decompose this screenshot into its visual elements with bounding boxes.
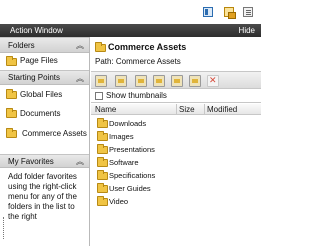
file-name: User Guides	[109, 184, 151, 193]
hide-button[interactable]: Hide	[239, 26, 255, 35]
column-modified[interactable]: Modified	[207, 105, 237, 114]
breadcrumb: Path: Commerce Assets	[95, 57, 181, 66]
delete-icon[interactable]	[207, 75, 219, 87]
column-divider[interactable]	[176, 104, 177, 115]
main-panel: Commerce Assets Path: Commerce Assets Sh…	[91, 37, 261, 246]
rename-icon[interactable]	[189, 75, 201, 87]
column-size[interactable]: Size	[179, 105, 195, 114]
sidebar-item-label: Documents	[20, 109, 61, 118]
folder-icon	[6, 89, 17, 99]
file-name: Downloads	[109, 119, 147, 128]
section-label: My Favorites	[8, 157, 54, 166]
show-thumbnails-checkbox[interactable]	[95, 92, 103, 100]
section-header-starting-points[interactable]: Starting Points ︽	[0, 70, 89, 85]
file-row[interactable]: Presentations	[91, 143, 261, 156]
file-row[interactable]: Specifications	[91, 169, 261, 182]
sidebar-item-commerce-assets[interactable]: Commerce Assets	[0, 125, 89, 154]
file-list: Downloads Images Presentations Software …	[91, 117, 261, 208]
sidebar-item-label: Commerce Assets	[22, 129, 87, 138]
action-window-titlebar: Action Window Hide	[0, 24, 261, 37]
notes-icon[interactable]	[243, 7, 253, 17]
favorites-hint: Add folder favorites using the right-cli…	[8, 172, 77, 221]
collapse-chevron-icon[interactable]: ︽	[76, 156, 84, 167]
collapse-chevron-icon[interactable]: ︽	[76, 73, 84, 84]
sidebar: Folders ︽ Page Files Starting Points ︽ G…	[0, 37, 90, 246]
window-layout-icon[interactable]	[203, 7, 213, 17]
folder-icon	[97, 144, 108, 154]
column-divider[interactable]	[204, 104, 205, 115]
collapse-chevron-icon[interactable]: ︽	[76, 40, 84, 51]
top-toolbar	[0, 0, 261, 24]
column-name[interactable]: Name	[95, 105, 116, 114]
copy-icon[interactable]	[153, 75, 165, 87]
sidebar-item-label: Page Files	[20, 56, 58, 65]
table-header: Name Size Modified	[91, 104, 261, 115]
section-header-my-favorites[interactable]: My Favorites ︽	[0, 154, 89, 168]
asset-folder-icon[interactable]	[224, 7, 236, 19]
file-name: Video	[109, 197, 129, 206]
section-label: Folders	[8, 41, 35, 50]
file-row[interactable]: Software	[91, 156, 261, 169]
file-row[interactable]: User Guides	[91, 182, 261, 195]
sidebar-item-global-files[interactable]: Global Files	[0, 85, 89, 105]
sidebar-item-label: Global Files	[20, 90, 63, 99]
file-name: Images	[109, 132, 134, 141]
move-icon[interactable]	[171, 75, 183, 87]
file-toolbar	[91, 71, 261, 89]
file-name: Specifications	[109, 171, 156, 180]
folder-icon	[97, 170, 108, 180]
folder-icon	[6, 128, 17, 138]
resize-grip[interactable]	[3, 217, 5, 239]
page-title: Commerce Assets	[108, 42, 187, 52]
folder-icon	[97, 196, 108, 206]
upload-icon[interactable]	[115, 75, 127, 87]
folder-icon	[6, 56, 17, 66]
section-label: Starting Points	[8, 73, 61, 82]
folder-icon	[97, 157, 108, 167]
folder-icon	[6, 108, 17, 118]
show-thumbnails-row: Show thumbnails	[91, 89, 261, 103]
folder-icon	[97, 118, 108, 128]
show-thumbnails-label: Show thumbnails	[106, 91, 167, 100]
new-folder-icon[interactable]	[95, 75, 107, 87]
folder-header: Commerce Assets Path: Commerce Assets	[91, 37, 261, 72]
file-row[interactable]: Video	[91, 195, 261, 208]
folder-icon	[97, 183, 108, 193]
sidebar-item-page-files[interactable]: Page Files	[0, 53, 89, 70]
folder-icon	[95, 42, 106, 52]
folder-icon	[97, 131, 108, 141]
file-name: Presentations	[109, 145, 155, 154]
file-row[interactable]: Downloads	[91, 117, 261, 130]
window-title: Action Window	[10, 26, 63, 35]
file-row[interactable]: Images	[91, 130, 261, 143]
download-icon[interactable]	[135, 75, 147, 87]
section-header-folders[interactable]: Folders ︽	[0, 37, 89, 53]
file-name: Software	[109, 158, 139, 167]
sidebar-item-documents[interactable]: Documents	[0, 105, 89, 125]
